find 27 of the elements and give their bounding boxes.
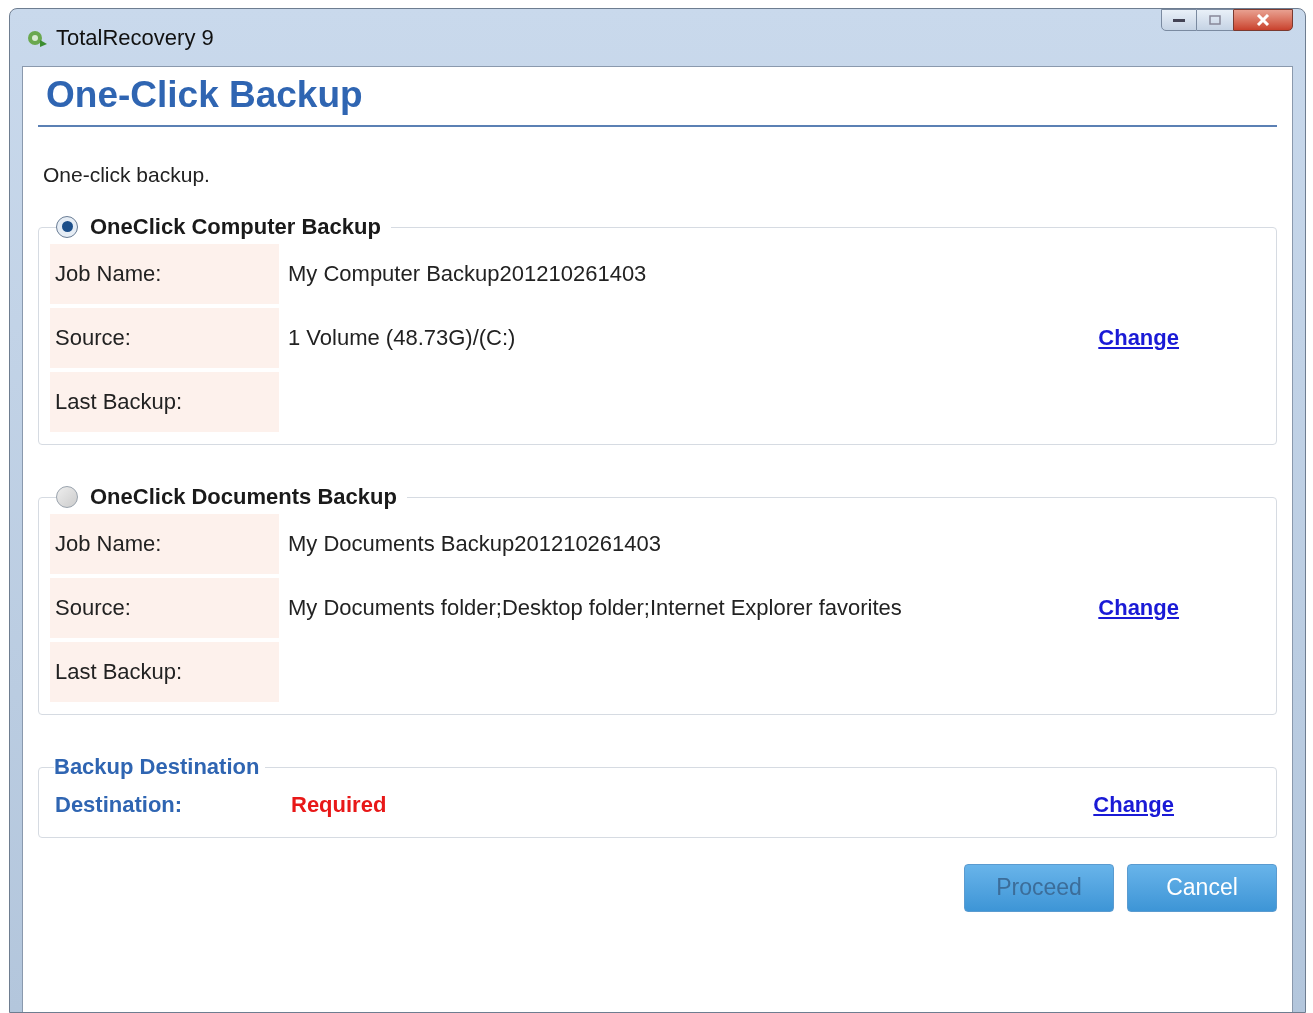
group-title: OneClick Documents Backup	[90, 483, 397, 511]
field-value: My Documents Backup201210261403	[288, 530, 662, 558]
group-title: OneClick Computer Backup	[90, 213, 381, 241]
maximize-icon	[1209, 15, 1221, 25]
field-value: 1 Volume (48.73G)/(C:)	[288, 324, 516, 352]
field-value: My Documents folder;Desktop folder;Internet Explorer favorites	[288, 594, 902, 622]
page-heading: One-Click Backup	[45, 73, 364, 117]
field-label: Source:	[50, 307, 279, 368]
change-link[interactable]: Change	[1098, 321, 1179, 354]
field-label: Source:	[50, 577, 279, 638]
radio-button[interactable]	[56, 485, 78, 508]
minimize-button[interactable]	[1161, 9, 1197, 31]
field-label: Last Backup:	[50, 641, 279, 702]
field-label: Destination:	[55, 790, 184, 819]
close-button[interactable]	[1233, 9, 1293, 31]
window-title: TotalRecovery 9	[56, 24, 214, 52]
minimize-icon	[1173, 18, 1185, 22]
field-label: Job Name:	[50, 513, 279, 574]
required-text: Required	[291, 790, 388, 819]
description-text: One-click backup.	[42, 162, 211, 188]
field-label: Last Backup:	[50, 371, 279, 432]
close-icon	[1256, 14, 1270, 26]
change-link[interactable]: Change	[1093, 787, 1174, 821]
radio-button[interactable]	[56, 215, 78, 238]
change-link[interactable]: Change	[1098, 591, 1179, 624]
field-value: My Computer Backup201210261403	[288, 260, 647, 288]
field-label: Job Name:	[50, 243, 279, 304]
